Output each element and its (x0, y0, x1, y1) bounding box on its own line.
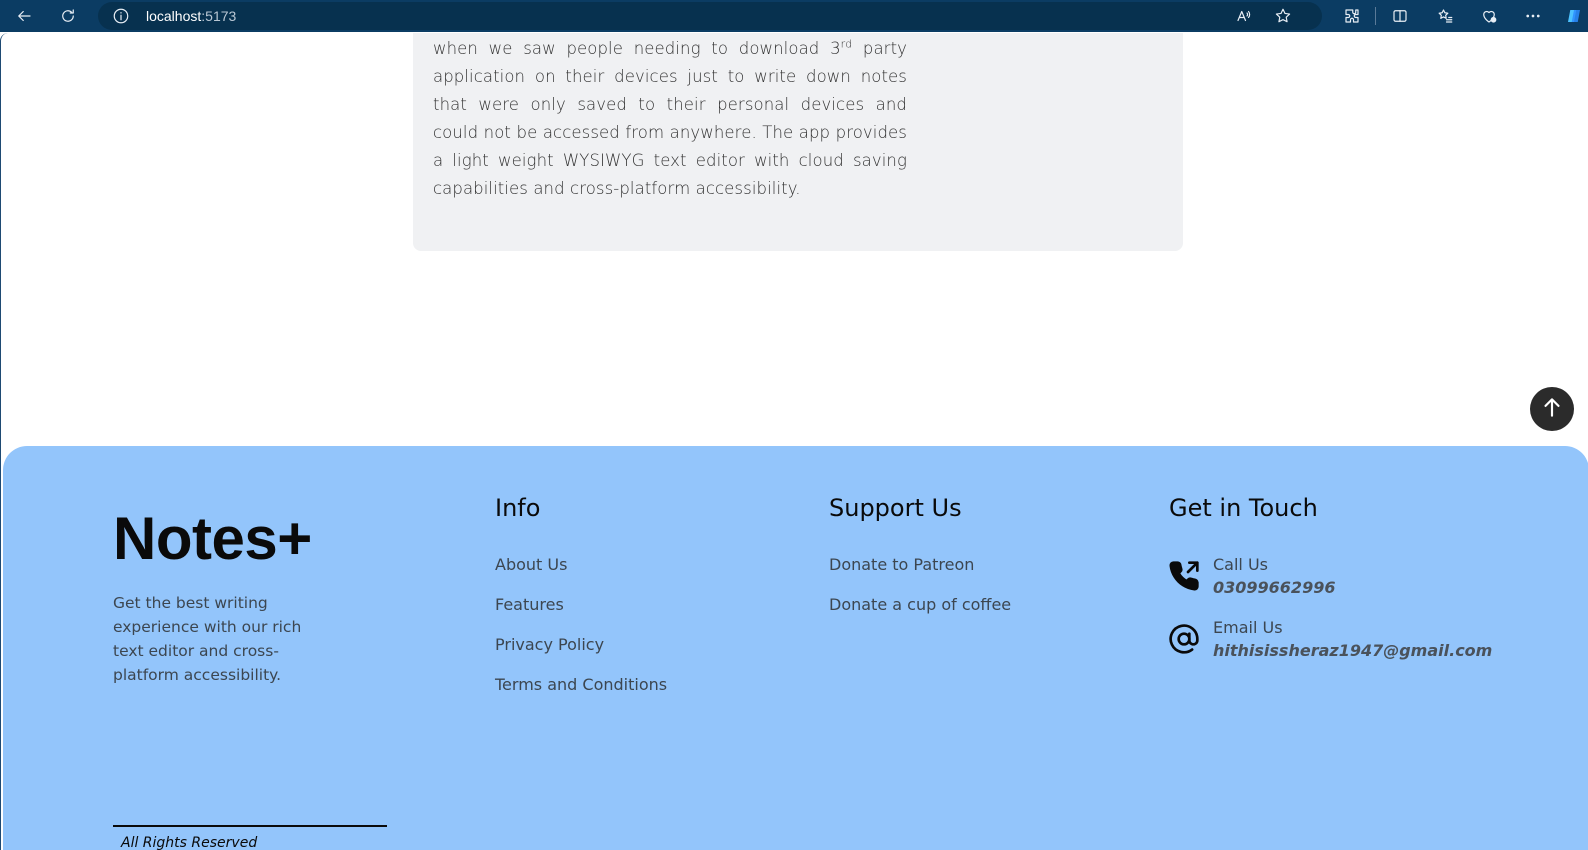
email-us-label: Email Us (1213, 618, 1283, 637)
donate-patreon-link[interactable]: Donate to Patreon (829, 555, 974, 574)
toolbar-divider (1375, 7, 1376, 25)
favorites-list-icon[interactable] (1433, 4, 1457, 28)
url-text: localhost:5173 (146, 8, 237, 24)
arrow-up-icon (1539, 394, 1565, 425)
scroll-to-top-button[interactable] (1530, 387, 1574, 431)
at-sign-icon (1168, 623, 1200, 655)
about-paragraph: when we saw people needing to download 3… (433, 37, 908, 199)
terms-link[interactable]: Terms and Conditions (495, 675, 667, 694)
privacy-policy-link[interactable]: Privacy Policy (495, 635, 604, 654)
footer: Notes+ Get the best writing experience w… (3, 446, 1588, 850)
footer-divider (113, 825, 387, 827)
back-arrow-icon[interactable] (12, 4, 36, 28)
support-heading: Support Us (829, 494, 962, 522)
browser-toolbar: localhost:5173 (0, 0, 1588, 32)
favorite-star-icon[interactable] (1271, 4, 1295, 28)
phone-outgoing-icon (1168, 560, 1200, 592)
more-options-icon[interactable] (1521, 4, 1545, 28)
address-bar[interactable]: localhost:5173 (98, 2, 1322, 30)
copilot-icon[interactable] (1562, 4, 1586, 28)
features-link[interactable]: Features (495, 595, 564, 614)
rights-text: All Rights Reserved (121, 835, 258, 850)
browser-essentials-icon[interactable] (1477, 4, 1501, 28)
page-viewport: when we saw people needing to download 3… (0, 33, 1588, 850)
split-screen-icon[interactable] (1388, 4, 1412, 28)
contact-heading: Get in Touch (1169, 494, 1318, 522)
site-info-icon[interactable] (112, 7, 130, 25)
read-aloud-icon[interactable] (1232, 4, 1256, 28)
footer-brand-logo: Notes+ (113, 505, 312, 572)
email-address[interactable]: hithisissheraz1947@gmail.com (1213, 641, 1492, 660)
about-us-link[interactable]: About Us (495, 555, 567, 574)
info-heading: Info (495, 494, 541, 522)
phone-number[interactable]: 03099662996 (1213, 578, 1335, 597)
call-us-label: Call Us (1213, 555, 1268, 574)
refresh-icon[interactable] (56, 4, 80, 28)
donate-coffee-link[interactable]: Donate a cup of coffee (829, 595, 1011, 614)
footer-tagline: Get the best writing experience with our… (113, 594, 302, 684)
extensions-icon[interactable] (1340, 4, 1364, 28)
